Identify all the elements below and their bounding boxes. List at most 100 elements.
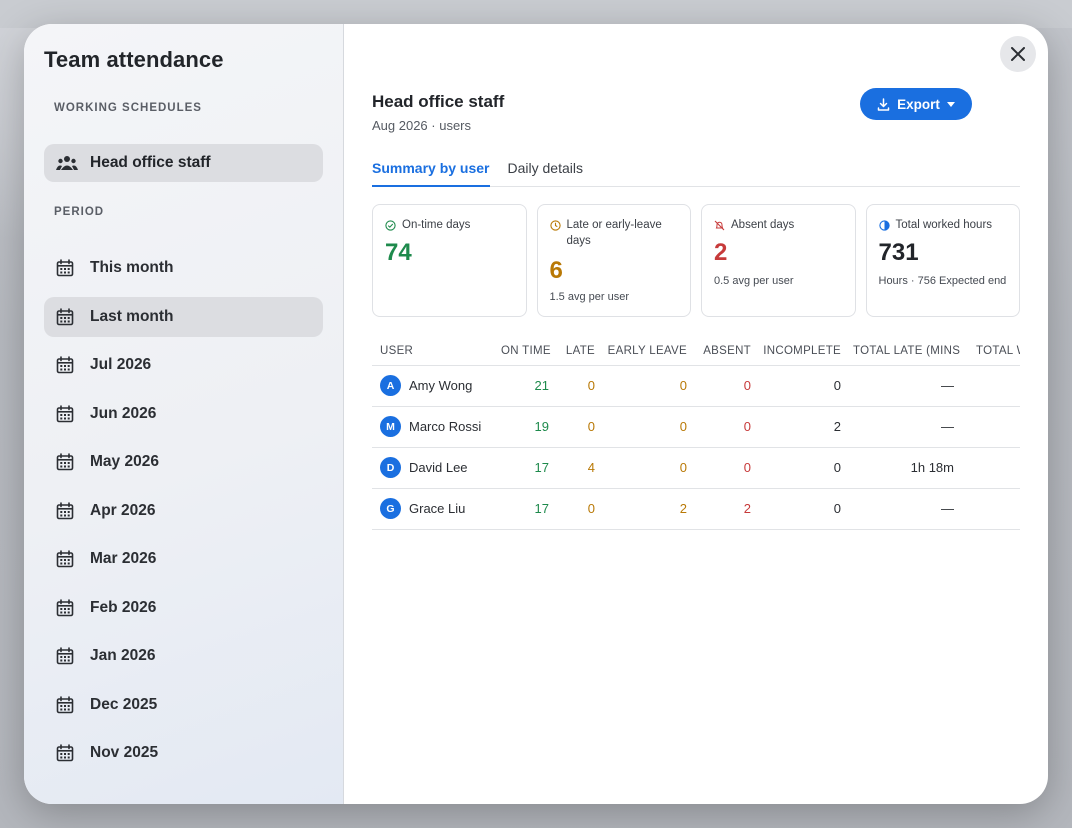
download-icon — [877, 97, 890, 111]
avatar: M — [380, 416, 401, 437]
period-label-text: Feb 2026 — [90, 598, 157, 616]
cell-absent: 2 — [693, 488, 757, 530]
close-button[interactable] — [1000, 36, 1036, 72]
attendance-table: USER ON TIME LATE EARLY LEAVE ABSENT INC… — [372, 337, 1020, 530]
period-label-text: May 2026 — [90, 453, 159, 470]
period-item[interactable]: Jul 2026 — [44, 345, 323, 385]
period-item[interactable]: Feb 2026 — [44, 588, 323, 628]
tab-daily-details[interactable]: Daily details — [508, 156, 583, 187]
column-header-on-time[interactable]: ON TIME — [495, 337, 555, 366]
period-item[interactable]: This month — [44, 248, 323, 288]
export-label: Export — [897, 96, 940, 112]
table-row[interactable]: G Grace Liu 17 0 2 2 0— — [372, 488, 1020, 530]
table-row[interactable]: M Marco Rossi 19 0 0 0 2— — [372, 406, 1020, 448]
period-label-text: This month — [90, 259, 174, 276]
user-name: Marco Rossi — [409, 419, 482, 434]
user-name: Amy Wong — [409, 378, 473, 393]
calendar-icon — [56, 598, 74, 616]
card-note: Hours · 756 Expected end — [878, 275, 1007, 287]
calendar-icon — [56, 501, 74, 519]
card-value: 731 — [878, 239, 919, 266]
table-row[interactable]: D David Lee 17 4 0 0 0 1h 18m — [372, 447, 1020, 489]
period-item[interactable]: Dec 2025 — [44, 685, 323, 725]
schedule-item-head-office[interactable]: Head office staff — [44, 144, 323, 182]
calendar-icon — [56, 259, 74, 277]
card-note: 1.5 avg per user — [549, 291, 630, 303]
user-name: David Lee — [409, 460, 468, 475]
cell-total-worked — [960, 488, 1020, 530]
calendar-icon — [56, 307, 74, 325]
close-icon — [1011, 47, 1025, 61]
cell-late: 4 — [555, 447, 601, 489]
pie-icon — [878, 220, 890, 231]
cell-total-late: — — [847, 365, 960, 407]
period-item[interactable]: May 2026 — [44, 442, 323, 482]
cell-late: 0 — [555, 406, 601, 448]
check-circle-icon — [385, 220, 396, 231]
column-header-incomplete[interactable]: INCOMPLETE — [757, 337, 847, 366]
card-value: 74 — [385, 239, 412, 266]
cell-on-time: 17 — [495, 447, 555, 489]
cell-early-leave: 2 — [601, 488, 693, 530]
cell-incomplete: 0 — [757, 447, 847, 489]
caret-down-icon — [946, 101, 955, 107]
export-button[interactable]: Export — [860, 88, 972, 120]
period-label-text: Jun 2026 — [90, 404, 157, 422]
main-panel: Head office staff Aug 2026 · users Expor… — [344, 24, 1048, 804]
card-label: Total worked hours — [895, 219, 993, 231]
card-absent: Absent days 2 0.5 avg per user — [701, 204, 856, 317]
table-row[interactable]: A Amy Wong 21 0 0 0 0— — [372, 365, 1020, 407]
cell-user: D David Lee — [372, 447, 495, 489]
cell-on-time: 21 — [495, 365, 555, 407]
schedule-label: Head office staff — [90, 154, 211, 171]
cell-early-leave: 0 — [601, 447, 693, 489]
cell-absent: 0 — [693, 447, 757, 489]
cell-total-late: 1h 18m — [847, 447, 960, 489]
calendar-icon — [56, 453, 74, 471]
period-label-text: Mar 2026 — [90, 550, 157, 567]
cell-late: 0 — [555, 488, 601, 530]
calendar-icon — [56, 550, 74, 568]
table-header-row: USER ON TIME LATE EARLY LEAVE ABSENT INC… — [372, 337, 1020, 366]
period-label-text: Dec 2025 — [90, 695, 158, 713]
card-value: 2 — [714, 239, 728, 266]
tab-bar: Summary by user Daily details — [372, 156, 1020, 187]
card-total-hours: Total worked hours 731 Hours · 756 Expec… — [865, 204, 1020, 317]
cell-late: 0 — [555, 365, 601, 407]
modal-title: Team attendance — [44, 47, 224, 72]
tab-summary-by-user[interactable]: Summary by user — [372, 156, 490, 187]
card-note: 0.5 avg per user — [714, 275, 794, 287]
period-label-text: Apr 2026 — [90, 501, 156, 519]
period-item[interactable]: Nov 2025 — [44, 733, 323, 773]
cell-user: G Grace Liu — [372, 488, 495, 530]
cell-total-worked — [960, 406, 1020, 448]
column-header-total-late[interactable]: TOTAL LATE (MINS) — [847, 337, 960, 366]
column-header-early-leave[interactable]: EARLY LEAVE — [601, 337, 693, 366]
user-name: Grace Liu — [409, 501, 466, 516]
page-title: Head office staff — [372, 92, 505, 111]
people-icon — [56, 156, 78, 170]
clock-icon — [549, 220, 561, 231]
period-item[interactable]: Jan 2026 — [44, 636, 323, 676]
cell-total-late: — — [847, 488, 960, 530]
cell-incomplete: 0 — [757, 365, 847, 407]
cell-early-leave: 0 — [601, 365, 693, 407]
summary-cards: On-time days 74 Late or early-leave days… — [372, 204, 1020, 317]
column-header-total-worked[interactable]: TOTAL WORKED — [960, 337, 1020, 366]
period-label-text: Jan 2026 — [90, 647, 156, 664]
card-on-time: On-time days 74 — [372, 204, 527, 317]
column-header-user[interactable]: USER — [372, 337, 495, 366]
column-header-absent[interactable]: ABSENT — [693, 337, 757, 366]
column-header-late[interactable]: LATE — [555, 337, 601, 366]
period-item[interactable]: Apr 2026 — [44, 491, 323, 531]
period-item[interactable]: Mar 2026 — [44, 539, 323, 579]
period-item[interactable]: Jun 2026 — [44, 394, 323, 434]
cell-total-late: — — [847, 406, 960, 448]
cell-absent: 0 — [693, 406, 757, 448]
calendar-icon — [56, 356, 74, 374]
page-subtitle: Aug 2026 · users — [372, 118, 472, 133]
period-item[interactable]: Last month — [44, 296, 323, 337]
working-schedules-label: WORKING SCHEDULES — [54, 102, 202, 114]
card-label: Late or early-leave days — [566, 219, 662, 247]
bell-off-icon — [714, 220, 725, 231]
